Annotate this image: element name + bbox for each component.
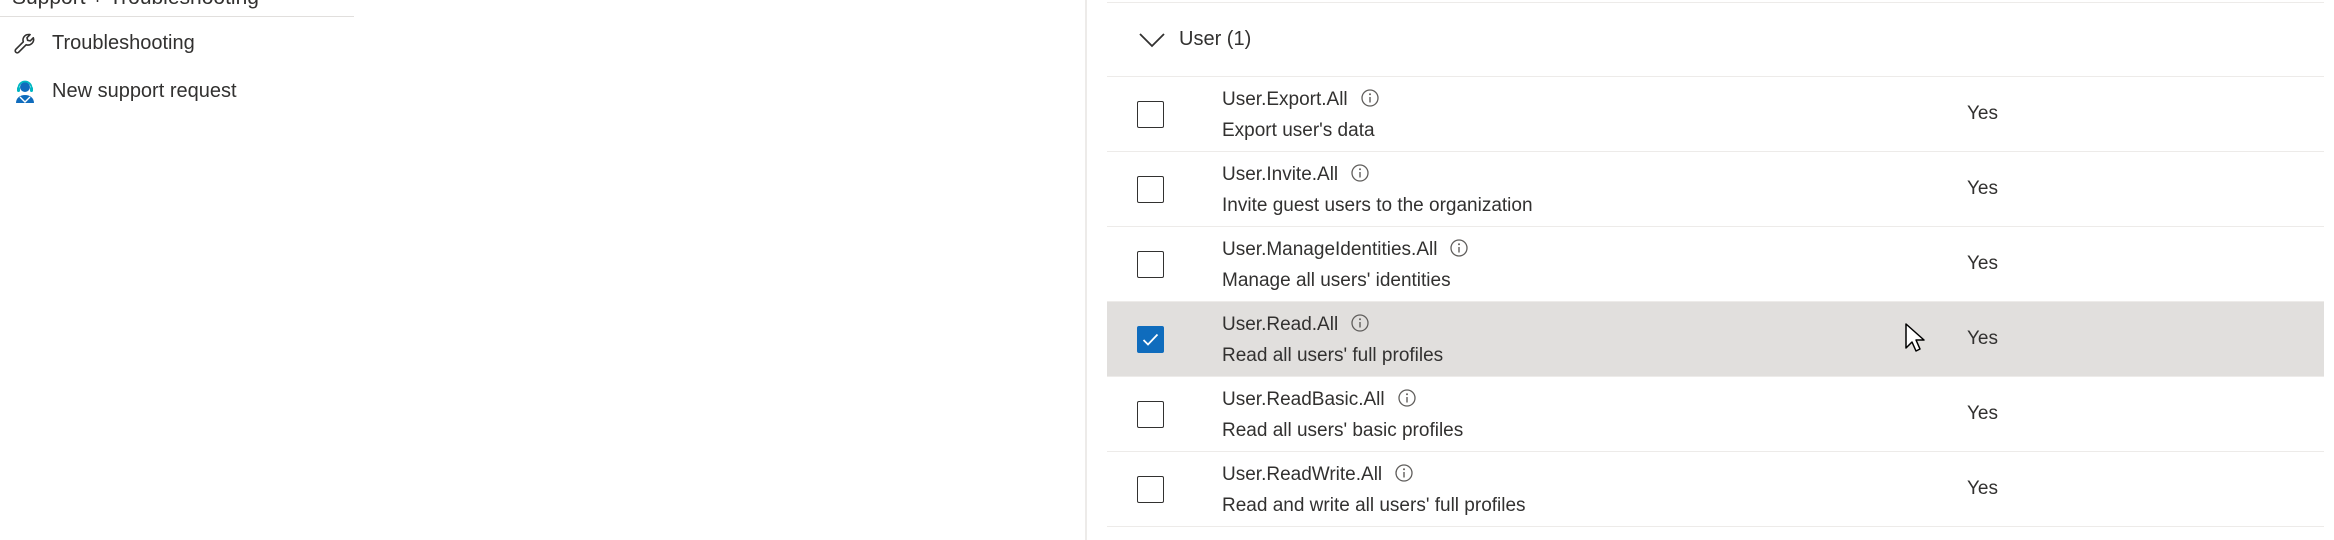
permission-name: User.ManageIdentities.All <box>1222 239 1438 260</box>
permission-group-header[interactable]: User (1) <box>1107 14 2324 76</box>
app-page: Support + Troubleshooting Troubleshootin… <box>0 0 2334 540</box>
permission-description: Read all users' basic profiles <box>1222 420 1464 441</box>
nav-section-heading: Support + Troubleshooting <box>12 0 259 10</box>
info-icon[interactable] <box>1394 463 1414 483</box>
permission-checkbox[interactable] <box>1137 401 1164 428</box>
permission-description: Read all users' full profiles <box>1222 345 1444 366</box>
admin-consent-value: Yes <box>1967 328 1998 349</box>
permission-row[interactable]: User.ReadWrite.All Read and write all us… <box>1107 452 2324 527</box>
mouse-cursor-icon <box>1905 323 1925 352</box>
permission-group-label: User (1) <box>1179 28 1252 50</box>
nav-item-troubleshooting[interactable]: Troubleshooting <box>0 23 354 63</box>
info-icon[interactable] <box>1350 163 1370 183</box>
permission-description: Manage all users' identities <box>1222 270 1451 291</box>
admin-consent-value: Yes <box>1967 478 1998 499</box>
permission-checkbox[interactable] <box>1137 251 1164 278</box>
info-icon[interactable] <box>1350 313 1370 333</box>
permissions-panel: User (1) User.Export.All Export user's d… <box>1087 0 2334 540</box>
permission-description: Read and write all users' full profiles <box>1222 495 1526 516</box>
permission-row[interactable]: User.ReadBasic.All Read all users' basic… <box>1107 377 2324 452</box>
chevron-down-icon[interactable] <box>1137 28 1167 54</box>
permission-name: User.Export.All <box>1222 89 1348 110</box>
permission-description: Invite guest users to the organization <box>1222 195 1533 216</box>
support-person-icon <box>12 79 38 105</box>
permission-checkbox[interactable] <box>1137 476 1164 503</box>
permission-row-selected[interactable]: User.Read.All Read all users' full profi… <box>1107 302 2324 377</box>
admin-consent-value: Yes <box>1967 178 1998 199</box>
permission-row[interactable]: User.ManageIdentities.All Manage all use… <box>1107 227 2324 302</box>
permission-description: Export user's data <box>1222 120 1375 141</box>
admin-consent-value: Yes <box>1967 103 1998 124</box>
admin-consent-value: Yes <box>1967 253 1998 274</box>
permission-name: User.ReadWrite.All <box>1222 464 1383 485</box>
nav-item-label: New support request <box>52 79 237 102</box>
permission-checkbox-checked[interactable] <box>1137 326 1164 353</box>
admin-consent-value: Yes <box>1967 403 1998 424</box>
info-icon[interactable] <box>1449 238 1469 258</box>
info-icon[interactable] <box>1397 388 1417 408</box>
nav-item-new-support-request[interactable]: New support request <box>0 71 354 111</box>
permission-checkbox[interactable] <box>1137 101 1164 128</box>
permission-row[interactable]: User.Export.All Export user's data Yes <box>1107 77 2324 152</box>
permission-name: User.Read.All <box>1222 314 1339 335</box>
left-navigation: Support + Troubleshooting Troubleshootin… <box>0 0 1085 540</box>
wrench-icon <box>12 31 38 57</box>
permission-name: User.Invite.All <box>1222 164 1339 185</box>
nav-item-label: Troubleshooting <box>52 31 195 54</box>
info-icon[interactable] <box>1360 88 1380 108</box>
nav-divider <box>0 16 354 17</box>
permission-checkbox[interactable] <box>1137 176 1164 203</box>
divider <box>1107 2 2324 3</box>
permission-row[interactable]: User.Invite.All Invite guest users to th… <box>1107 152 2324 227</box>
permission-name: User.ReadBasic.All <box>1222 389 1385 410</box>
checkmark-icon <box>1142 333 1159 346</box>
